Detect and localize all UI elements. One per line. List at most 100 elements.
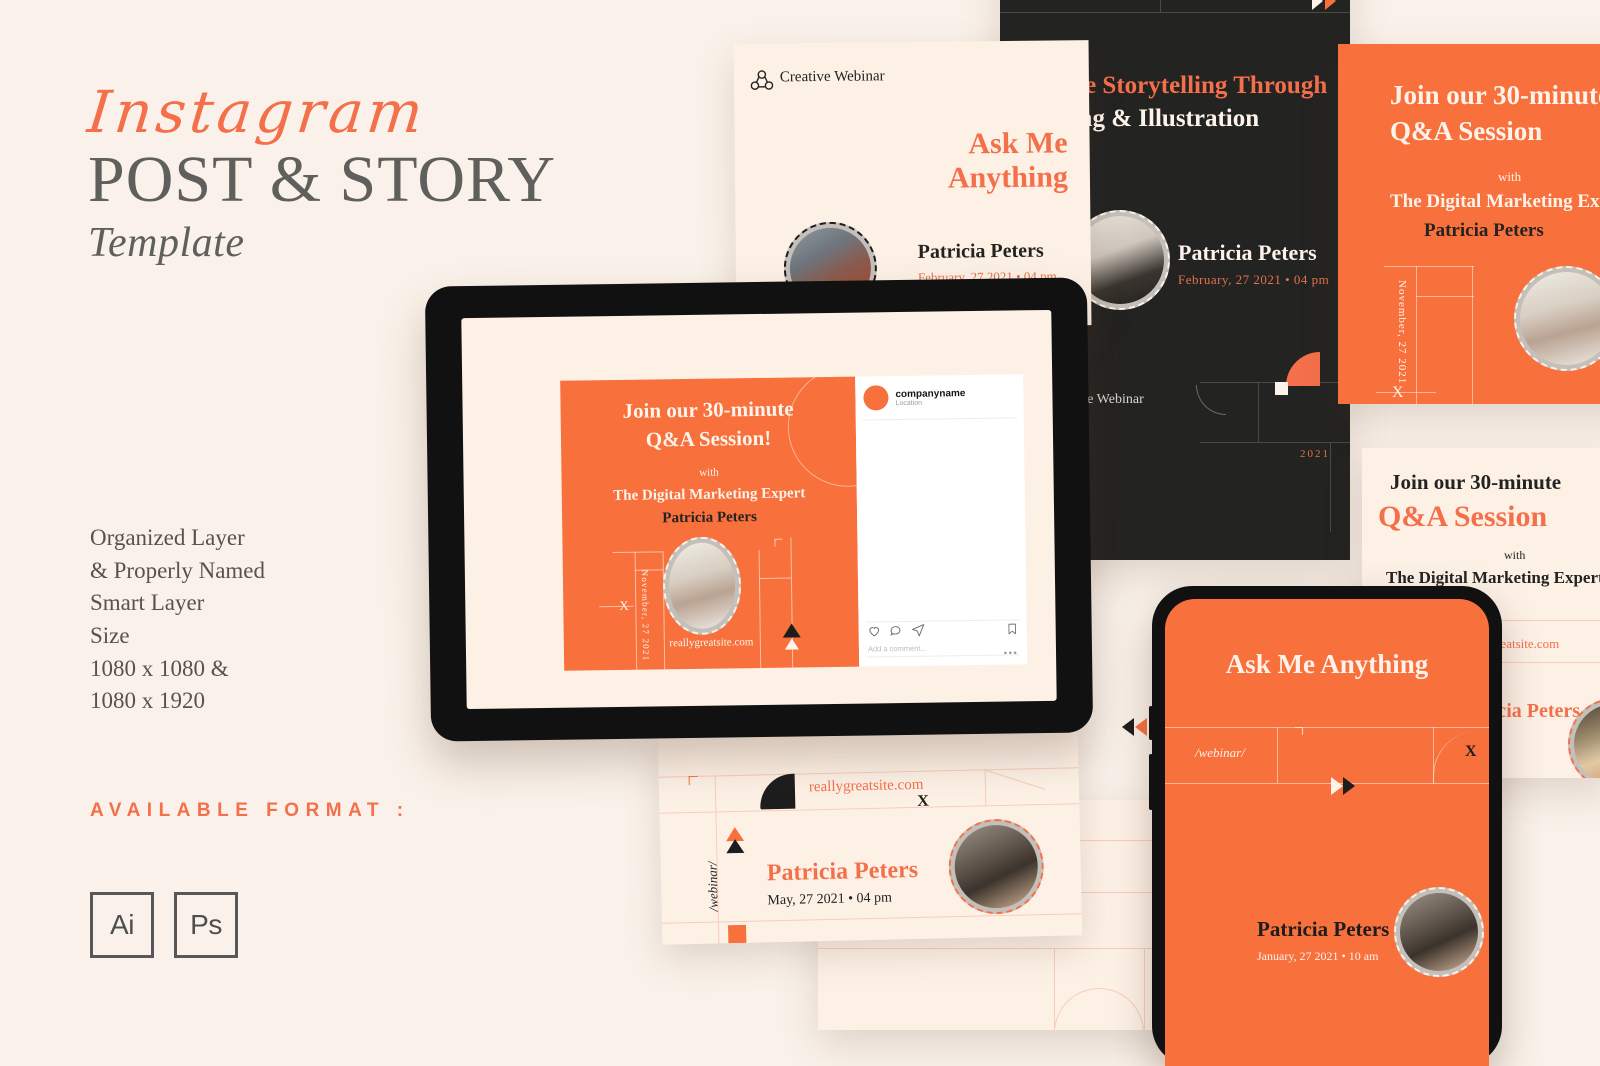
- post-artwork: Join our 30-minute Q&A Session! with The…: [560, 376, 860, 671]
- comment-icon[interactable]: [889, 623, 904, 638]
- play-arrows-icon: [1331, 777, 1355, 795]
- dark-card-speaker-name: Patricia Peters: [1178, 240, 1317, 265]
- grid-line: [1144, 948, 1145, 1030]
- instagram-post-preview: Join our 30-minute Q&A Session! with The…: [560, 374, 1028, 671]
- divider: [867, 654, 1020, 658]
- avatar: [947, 818, 1045, 916]
- x-mark: X: [1392, 384, 1404, 401]
- bottom-center-webinar-path: /webinar/: [704, 861, 721, 912]
- arc-decoration: [1054, 988, 1144, 1030]
- grid-line: [758, 577, 791, 580]
- play-arrows-icon: [1312, 0, 1336, 10]
- grid-line: [1277, 727, 1278, 783]
- x-mark: X: [619, 597, 629, 613]
- phone-story-title: Ask Me Anything: [1225, 649, 1429, 679]
- grid-line: [658, 767, 1079, 778]
- instagram-company-name[interactable]: companyname: [895, 388, 965, 400]
- grid-line: [984, 769, 1046, 790]
- avatar-photo: [1574, 704, 1600, 778]
- avatar: [662, 536, 742, 636]
- avatar-photo: [1400, 893, 1478, 971]
- bottom-center-speaker-name: Patricia Peters: [766, 856, 919, 887]
- tablet-mockup: Join our 30-minute Q&A Session! with The…: [424, 277, 1094, 742]
- phone-speaker-name: Patricia Peters: [1257, 917, 1390, 941]
- grid-line: [612, 551, 663, 554]
- grid-line: [659, 803, 1080, 814]
- quarter-circle-decoration: [1286, 352, 1320, 386]
- illustrator-badge: Ai: [90, 892, 154, 958]
- cream-right-title-line2: Q&A Session: [1378, 500, 1548, 533]
- more-options-icon[interactable]: •••: [1003, 647, 1018, 659]
- x-mark: X: [917, 792, 930, 810]
- orange-card-speaker-name: Patricia Peters: [1424, 220, 1544, 241]
- triangle-dark-icon: [726, 838, 745, 854]
- grid-line: [1160, 0, 1161, 12]
- divider: [862, 417, 1017, 421]
- dark-card-date: February, 27 2021 • 04 pm: [1178, 272, 1330, 287]
- instagram-location[interactable]: Location: [895, 399, 965, 406]
- avatar-photo: [668, 542, 736, 630]
- hero-text-block: Instagram POST & STORY Template: [84, 78, 558, 267]
- brand-logo-icon: [747, 65, 777, 100]
- phone-volume-down-button[interactable]: [1149, 754, 1153, 810]
- ama-title: Ask Me Anything: [947, 126, 1068, 194]
- grid-line: [984, 769, 987, 806]
- corner-mark: [1295, 727, 1303, 735]
- tablet-screen: Join our 30-minute Q&A Session! with The…: [461, 309, 1057, 710]
- phone-volume-up-button[interactable]: [1149, 706, 1153, 740]
- grid-line: [1200, 442, 1350, 443]
- grid-line: [1384, 266, 1474, 267]
- post-title-line1: Join our 30-minute: [622, 396, 794, 423]
- available-format-label: AVAILABLE FORMAT :: [90, 800, 410, 821]
- feature-line-5: 1080 x 1080 &: [90, 655, 229, 681]
- feature-line-6: 1080 x 1920: [90, 688, 205, 714]
- grid-line: [1165, 783, 1489, 784]
- hero-subtitle: Template: [88, 219, 245, 266]
- dark-card-year: 2021: [1300, 448, 1330, 460]
- orange-card-with: with: [1498, 169, 1522, 184]
- format-badges: Ai Ps: [90, 892, 238, 958]
- avatar-photo: [1520, 272, 1600, 365]
- ama-title-line2: Anything: [947, 159, 1069, 195]
- hero-script-title: Instagram: [84, 78, 430, 146]
- bottom-center-site: reallygreatsite.com: [808, 776, 924, 796]
- grid-line: [1472, 266, 1473, 404]
- grid-line: [758, 549, 762, 668]
- cream-right-title-line1: Join our 30-minute: [1390, 470, 1562, 494]
- grid-line: [1330, 442, 1331, 532]
- grid-line: [714, 775, 720, 944]
- feature-line-4: Size: [90, 622, 130, 648]
- grid-line: [1376, 392, 1436, 393]
- arc-decoration: [1196, 385, 1226, 415]
- grid-line: [661, 913, 1082, 924]
- avatar-photo: [953, 824, 1039, 910]
- ama-brand-label: Creative Webinar: [779, 68, 885, 86]
- features-list: Organized Layer & Properly Named Smart L…: [90, 522, 265, 718]
- orange-card-date: November, 27 2021: [1396, 280, 1408, 385]
- orange-story-card: Join our 30-minute Q&A Session with The …: [1338, 44, 1600, 404]
- x-mark: X: [1465, 743, 1477, 760]
- quarter-circle-decoration: [759, 773, 796, 810]
- cream-right-with: with: [1504, 548, 1526, 562]
- grid-line: [1258, 382, 1259, 442]
- bookmark-icon[interactable]: [1006, 621, 1019, 636]
- grid-line: [1416, 296, 1474, 297]
- orange-card-title-line1: Join our 30-minute: [1390, 80, 1600, 110]
- ama-title-line1: Ask Me: [968, 126, 1068, 161]
- avatar[interactable]: [863, 385, 889, 411]
- share-icon[interactable]: [911, 623, 926, 638]
- avatar: [1514, 266, 1600, 371]
- post-role: The Digital Marketing Expert: [613, 485, 806, 505]
- post-site: reallygreatsite.com: [669, 636, 754, 650]
- back-arrows-icon: [1122, 718, 1147, 736]
- phone-date: January, 27 2021 • 10 am: [1257, 949, 1379, 963]
- feature-line-3: Smart Layer: [90, 590, 205, 616]
- instagram-action-bar: [867, 621, 1019, 638]
- page-title: POST & STORY: [88, 142, 557, 216]
- mockup-stage: Instagram POST & STORY Template Organize…: [0, 0, 1600, 1066]
- post-title-line2: Q&A Session!: [645, 425, 772, 452]
- comment-input[interactable]: Add a comment...: [868, 644, 927, 654]
- post-speaker-name: Patricia Peters: [662, 509, 757, 527]
- grid-line: [1054, 948, 1055, 1030]
- heart-icon[interactable]: [867, 623, 882, 638]
